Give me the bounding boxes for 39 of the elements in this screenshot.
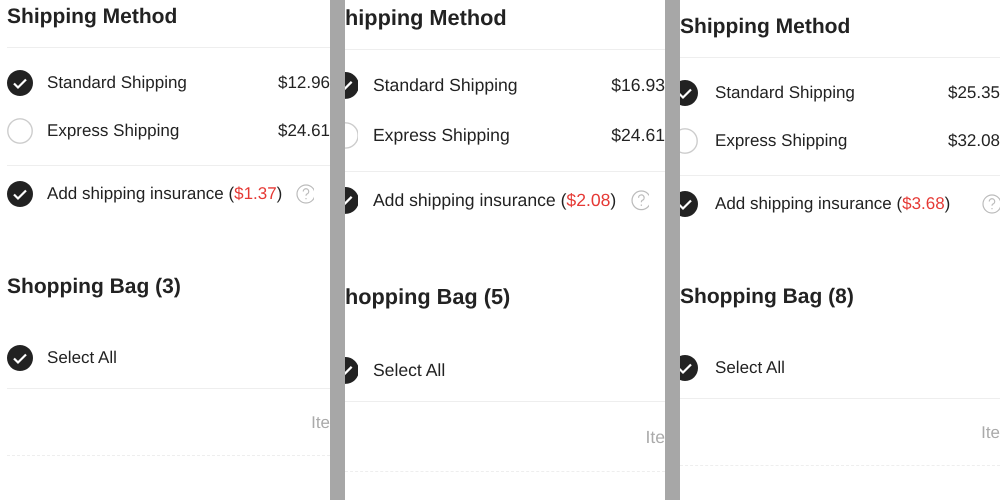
insurance-label[interactable]: Add shipping insurance ($1.37) — [47, 184, 282, 204]
checked-radio-icon[interactable] — [680, 80, 698, 106]
checked-checkbox-icon[interactable] — [345, 187, 358, 214]
section-heading: Shopping Bag (3) — [6, 274, 182, 300]
shipping-option-label[interactable]: Standard Shipping — [715, 83, 855, 103]
shipping-option-label[interactable]: Express Shipping — [715, 131, 848, 151]
insurance-label[interactable]: Add shipping insurance ($2.08) — [372, 190, 616, 212]
shipping-price: $25.35 — [948, 83, 1000, 103]
shipping-option-label[interactable]: Standard Shipping — [372, 75, 518, 96]
select-all-label[interactable]: Select All — [372, 360, 446, 381]
shipping-price: $32.08 — [948, 131, 1000, 151]
select-all-label[interactable]: Select All — [47, 348, 117, 368]
column-heading: Ite — [311, 413, 330, 433]
checked-radio-icon[interactable] — [7, 70, 33, 96]
radio-icon[interactable] — [345, 122, 358, 149]
radio-icon[interactable] — [7, 118, 33, 144]
section-heading: Shipping Method — [680, 14, 852, 40]
shipping-price: $16.93 — [611, 75, 665, 96]
checked-checkbox-icon[interactable] — [680, 355, 698, 381]
shipping-option-label[interactable]: Express Shipping — [47, 121, 180, 141]
shipping-price: $24.61 — [611, 125, 665, 146]
shipping-price: $12.96 — [278, 73, 330, 93]
section-heading: Shopping Bag (8) — [680, 284, 855, 310]
radio-icon[interactable] — [680, 128, 698, 154]
checked-checkbox-icon[interactable] — [7, 181, 33, 207]
checked-checkbox-icon[interactable] — [7, 345, 33, 371]
insurance-label[interactable]: Add shipping insurance ($3.68) — [715, 194, 950, 214]
checked-checkbox-icon[interactable] — [680, 191, 698, 217]
select-all-label[interactable]: Select All — [715, 358, 785, 378]
section-heading: hipping Method — [345, 4, 508, 32]
checked-radio-icon[interactable] — [345, 72, 358, 100]
column-heading: Ite — [645, 427, 665, 448]
shipping-option-label[interactable]: Express Shipping — [372, 125, 510, 146]
section-heading: hopping Bag (5) — [345, 283, 512, 312]
column-heading: Ite — [981, 423, 1000, 443]
section-heading: Shipping Method — [6, 4, 178, 30]
shipping-price: $24.61 — [278, 121, 330, 141]
checked-checkbox-icon[interactable] — [345, 356, 358, 384]
shipping-option-label[interactable]: Standard Shipping — [47, 73, 187, 93]
